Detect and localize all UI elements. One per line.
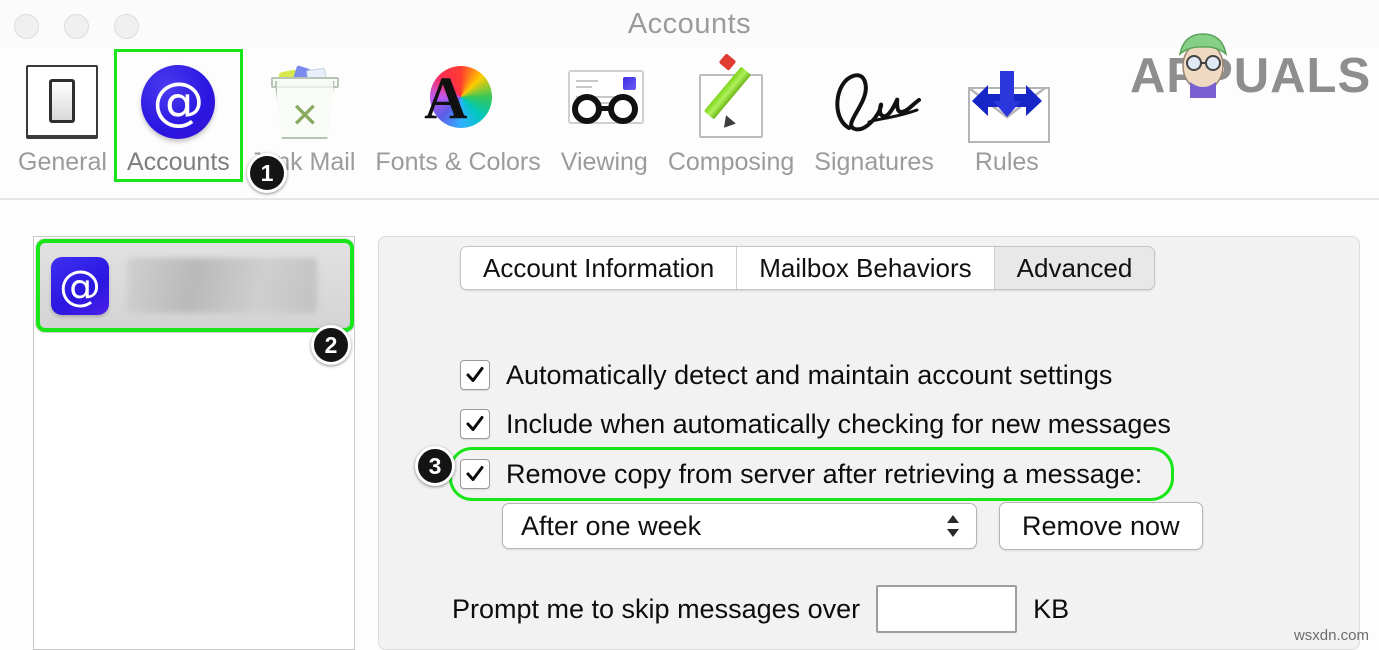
auto-detect-label: Automatically detect and maintain accoun…	[506, 359, 1113, 390]
account-name-redacted	[127, 258, 317, 313]
account-list: @	[33, 236, 355, 650]
remove-now-button[interactable]: Remove now	[999, 502, 1203, 550]
skip-messages-row: Prompt me to skip messages over KB	[452, 585, 1069, 633]
at-sign-icon: @	[51, 256, 109, 315]
remove-after-select[interactable]: After one week	[502, 503, 977, 549]
envelope-arrows-icon	[954, 58, 1060, 146]
at-sign-icon: @	[141, 58, 216, 146]
tab-advanced[interactable]: Advanced	[994, 247, 1155, 289]
appuals-logo: APPUALS	[1120, 30, 1370, 155]
toolbar-label-viewing: Viewing	[560, 148, 648, 176]
toolbar-item-viewing[interactable]: Viewing	[551, 52, 658, 179]
remove-copy-checkbox[interactable]	[460, 459, 490, 489]
remove-after-selected-value: After one week	[521, 510, 702, 541]
tab-account-information[interactable]: Account Information	[461, 247, 738, 289]
auto-detect-checkbox[interactable]	[460, 360, 490, 390]
general-switch-icon	[26, 58, 99, 146]
appuals-mascot-icon	[1178, 33, 1228, 98]
pencil-paper-icon	[693, 53, 769, 146]
annotation-badge-3: 3	[415, 446, 455, 486]
tab-mailbox-behaviors[interactable]: Mailbox Behaviors	[737, 247, 995, 289]
toolbar-item-rules[interactable]: Rules	[944, 52, 1070, 179]
toolbar-label-composing: Composing	[667, 148, 795, 176]
toolbar-item-fonts-colors[interactable]: A Fonts & Colors	[365, 52, 550, 179]
toolbar-label-general: General	[18, 148, 107, 176]
site-watermark: wsxdn.com	[1293, 627, 1369, 644]
toolbar-item-general[interactable]: General	[8, 52, 117, 179]
chevron-updown-icon	[947, 515, 959, 537]
eyeglasses-icon	[562, 58, 646, 146]
toolbar-item-accounts[interactable]: @ Accounts	[113, 49, 243, 182]
annotation-badge-2: 2	[311, 325, 351, 365]
annotation-badge-1: 1	[247, 153, 287, 193]
remove-copy-row[interactable]: Remove copy from server after retrieving…	[449, 447, 1174, 501]
skip-messages-label: Prompt me to skip messages over	[452, 593, 861, 624]
skip-messages-input[interactable]	[876, 585, 1018, 633]
toolbar-label-accounts: Accounts	[126, 148, 230, 176]
accounts-preferences-window: Accounts General @ Accounts ✕ Junk Mail …	[0, 0, 1379, 650]
toolbar-label-signatures: Signatures	[814, 148, 934, 176]
include-auto-check-row[interactable]: Include when automatically checking for …	[460, 401, 1171, 447]
toolbar-item-signatures[interactable]: Signatures	[804, 52, 944, 179]
trash-can-icon: ✕	[267, 58, 339, 146]
signature-icon	[825, 58, 923, 146]
include-auto-check-label: Include when automatically checking for …	[506, 408, 1171, 439]
toolbar-label-rules: Rules	[974, 148, 1039, 176]
toolbar-item-composing[interactable]: Composing	[658, 52, 804, 179]
account-list-row[interactable]: @	[35, 238, 355, 333]
font-color-wheel-icon: A	[420, 58, 496, 146]
settings-tabbar: Account Information Mailbox Behaviors Ad…	[460, 246, 1156, 290]
include-auto-check-checkbox[interactable]	[460, 409, 490, 439]
remove-copy-label: Remove copy from server after retrieving…	[506, 458, 1143, 489]
remove-copy-controls: After one week Remove now	[502, 502, 1203, 550]
advanced-options-group: Automatically detect and maintain accoun…	[449, 352, 1174, 501]
toolbar-label-fonts-colors: Fonts & Colors	[375, 148, 541, 176]
appuals-logo-text: APPUALS	[1130, 49, 1372, 103]
skip-messages-unit: KB	[1033, 593, 1070, 624]
auto-detect-settings-row[interactable]: Automatically detect and maintain accoun…	[460, 352, 1171, 398]
